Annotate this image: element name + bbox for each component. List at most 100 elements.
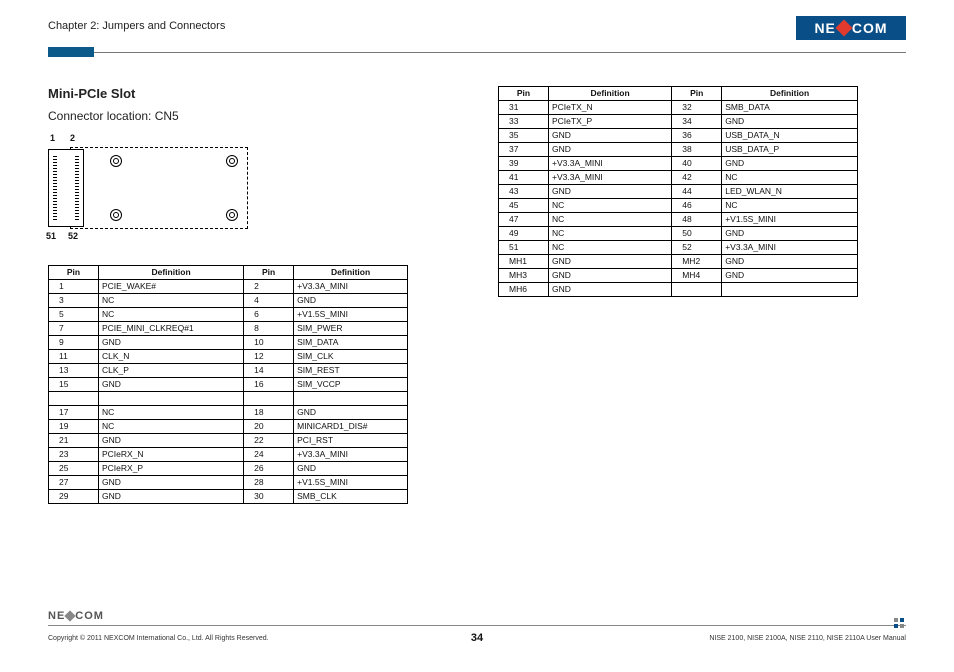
pin-cell: 36 [672,129,722,143]
footer-rule [48,625,906,626]
right-column: Pin Definition Pin Definition 31PCIeTX_N… [498,86,908,297]
table-row: 3NC4GND [49,294,408,308]
def-cell: GND [549,129,672,143]
def-cell: GND [99,490,244,504]
pin-cell: 28 [244,476,294,490]
th-def: Definition [722,87,858,101]
table-row: 1PCIE_WAKE#2+V3.3A_MINI [49,280,408,294]
table-row: 35GND36USB_DATA_N [499,129,858,143]
def-cell: +V3.3A_MINI [294,448,408,462]
pin-cell: 12 [244,350,294,364]
def-cell: GND [294,406,408,420]
table-row: 25PCIeRX_P26GND [49,462,408,476]
page: Chapter 2: Jumpers and Connectors NE COM… [0,0,954,672]
pin-cell: 48 [672,213,722,227]
def-cell: PCIeTX_P [549,115,672,129]
def-cell: PCI_RST [294,434,408,448]
def-cell: PCIeRX_P [99,462,244,476]
def-cell: NC [549,241,672,255]
pin-cell: MH2 [672,255,722,269]
table-row: 27GND28+V1.5S_MINI [49,476,408,490]
pin-cell: 27 [49,476,99,490]
pin-cell: 35 [499,129,549,143]
pin-cell: 30 [244,490,294,504]
def-cell: MINICARD1_DIS# [294,420,408,434]
table-row: 33PCIeTX_P34GND [499,115,858,129]
pin-cell: 1 [49,280,99,294]
def-cell: GND [99,434,244,448]
page-number: 34 [471,632,483,644]
manual-name: NISE 2100, NISE 2100A, NISE 2110, NISE 2… [709,635,906,642]
pin-cell: 38 [672,143,722,157]
def-cell: GND [549,283,672,297]
logo-x-icon [835,20,852,37]
pin-cell: 7 [49,322,99,336]
pin-cell: 43 [499,185,549,199]
def-cell: +V1.5S_MINI [294,476,408,490]
pin-cell: 42 [672,171,722,185]
table-row: 49NC50GND [499,227,858,241]
def-cell: GND [722,255,858,269]
def-cell: NC [549,213,672,227]
def-cell: SIM_REST [294,364,408,378]
def-cell: NC [99,308,244,322]
table-header-row: Pin Definition Pin Definition [499,87,858,101]
pin-cell: 44 [672,185,722,199]
pin-cell: 9 [49,336,99,350]
table-row: 19NC20MINICARD1_DIS# [49,420,408,434]
table-row: 21GND22PCI_RST [49,434,408,448]
footer-x-icon [65,610,76,621]
def-cell: NC [99,420,244,434]
def-cell: PCIE_MINI_CLKREQ#1 [99,322,244,336]
connector-body [48,149,84,227]
pin-cell: 4 [244,294,294,308]
footer-logo: NE COM [48,610,104,622]
table-row: 47NC48+V1.5S_MINI [499,213,858,227]
def-cell: SIM_PWER [294,322,408,336]
pin-cell: 26 [244,462,294,476]
def-cell [722,283,858,297]
table-row: 51NC52+V3.3A_MINI [499,241,858,255]
pin-cell: MH1 [499,255,549,269]
connector-location: Connector location: CN5 [48,109,448,123]
pin-cell: 34 [672,115,722,129]
table-row: 39+V3.3A_MINI40GND [499,157,858,171]
def-cell: USB_DATA_N [722,129,858,143]
def-cell: NC [722,171,858,185]
table-row: MH6GND [499,283,858,297]
pin-cell: 15 [49,378,99,392]
def-cell: PCIE_WAKE# [99,280,244,294]
def-cell: +V3.3A_MINI [549,171,672,185]
brand-logo: NE COM [796,16,906,40]
table-row: 7PCIE_MINI_CLKREQ#18SIM_PWER [49,322,408,336]
th-def: Definition [99,266,244,280]
table-row: 13CLK_P14SIM_REST [49,364,408,378]
pin-cell [672,283,722,297]
table-row: 37GND38USB_DATA_P [499,143,858,157]
logo-pre: NE [814,20,835,36]
def-cell: NC [722,199,858,213]
table-gap [49,392,408,406]
screw-hole-icon [110,155,122,167]
pin-label-1: 1 [50,133,55,143]
th-def: Definition [294,266,408,280]
pin-cell: 23 [49,448,99,462]
pin-label-51: 51 [46,231,56,241]
screw-hole-icon [226,155,238,167]
pin-cell: 2 [244,280,294,294]
pin-cell: 25 [49,462,99,476]
connector-diagram: 1 2 51 52 [48,135,248,245]
pin-cell: 51 [499,241,549,255]
screw-hole-icon [226,209,238,221]
def-cell: GND [99,336,244,350]
pin-cell: MH3 [499,269,549,283]
def-cell: GND [722,227,858,241]
th-def: Definition [549,87,672,101]
table-row: 23PCIeRX_N24+V3.3A_MINI [49,448,408,462]
def-cell: SMB_DATA [722,101,858,115]
pin-cell: 14 [244,364,294,378]
pin-cell: 19 [49,420,99,434]
pin-cell: MH4 [672,269,722,283]
pin-cell: 49 [499,227,549,241]
pin-label-52: 52 [68,231,78,241]
